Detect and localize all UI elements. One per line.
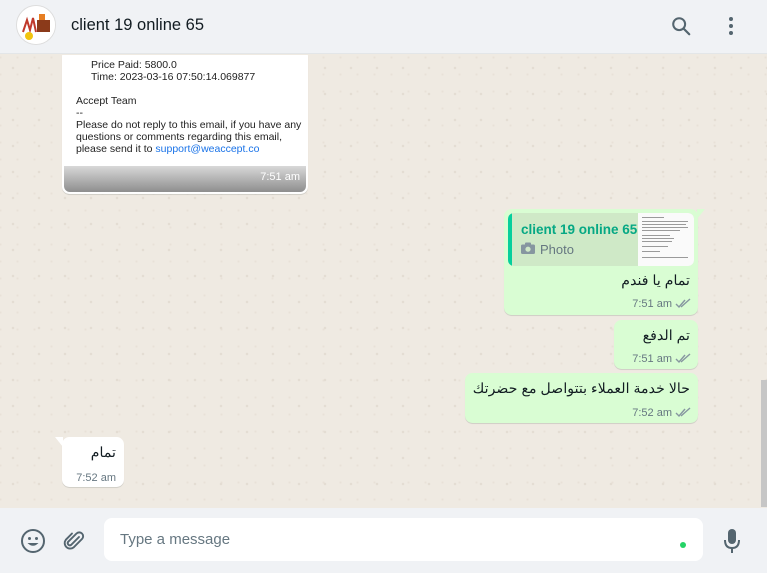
read-ticks-icon [675,353,691,364]
message-text: تمام يا فندم [621,273,690,289]
message-outgoing[interactable]: تم الدفع 7:51 am [614,320,698,369]
quote-sender: client 19 online 65 [521,222,638,237]
message-time: 7:52 am [632,407,672,419]
message-time: 7:51 am [632,298,672,310]
quote-thumbnail [638,213,694,266]
email-team: Accept Team [76,95,137,107]
quote-accent-bar [508,213,512,266]
composer-bar [0,508,767,573]
contact-avatar[interactable] [16,5,56,45]
message-outgoing[interactable]: حالا خدمة العملاء بتتواصل مع حضرتك 7:52 … [465,373,698,423]
read-ticks-icon [675,407,691,418]
email-price: Price Paid: 5800.0 [91,59,177,71]
emoji-icon[interactable] [20,528,46,554]
email-body-line: Please do not reply to this email, if yo… [76,119,302,131]
message-text: تم الدفع [642,328,690,344]
quote-subtitle: Photo [521,242,574,257]
quoted-message[interactable]: client 19 online 65 Photo [508,213,694,266]
search-icon[interactable] [668,13,694,39]
message-list[interactable]: Price Paid: 5800.0 Time: 2023-03-16 07:5… [0,55,767,507]
email-time: Time: 2023-03-16 07:50:14.069877 [91,71,256,83]
read-ticks-icon [675,298,691,309]
message-input[interactable] [104,518,703,561]
email-dash: -- [76,107,83,119]
email-body-line: please send it to support@weaccept.co [76,143,259,156]
email-body-line: questions or comments regarding this ema… [76,131,283,143]
kebab-menu-icon[interactable] [718,13,744,39]
camera-icon [521,242,535,257]
message-time: 7:52 am [76,472,116,484]
message-incoming-email[interactable]: Price Paid: 5800.0 Time: 2023-03-16 07:5… [62,55,308,194]
quote-label: Photo [540,242,574,257]
message-outgoing-reply[interactable]: client 19 online 65 Photo تمام يا فندم 7… [504,209,705,315]
paperclip-icon[interactable] [61,528,87,554]
microphone-icon[interactable] [719,528,745,554]
typing-indicator-dot [680,542,686,548]
chat-header: client 19 online 65 [0,0,767,54]
message-text: حالا خدمة العملاء بتتواصل مع حضرتك [472,381,690,397]
message-time: 7:51 am [260,171,300,183]
email-support-link[interactable]: support@weaccept.co [155,143,259,155]
contact-name[interactable]: client 19 online 65 [71,16,204,35]
email-body-text: please send it to [76,143,156,155]
message-time: 7:51 am [632,353,672,365]
message-incoming[interactable]: تمام 7:52 am [55,437,124,487]
message-text: تمام [90,445,116,461]
chat-scrollbar[interactable] [761,380,767,507]
